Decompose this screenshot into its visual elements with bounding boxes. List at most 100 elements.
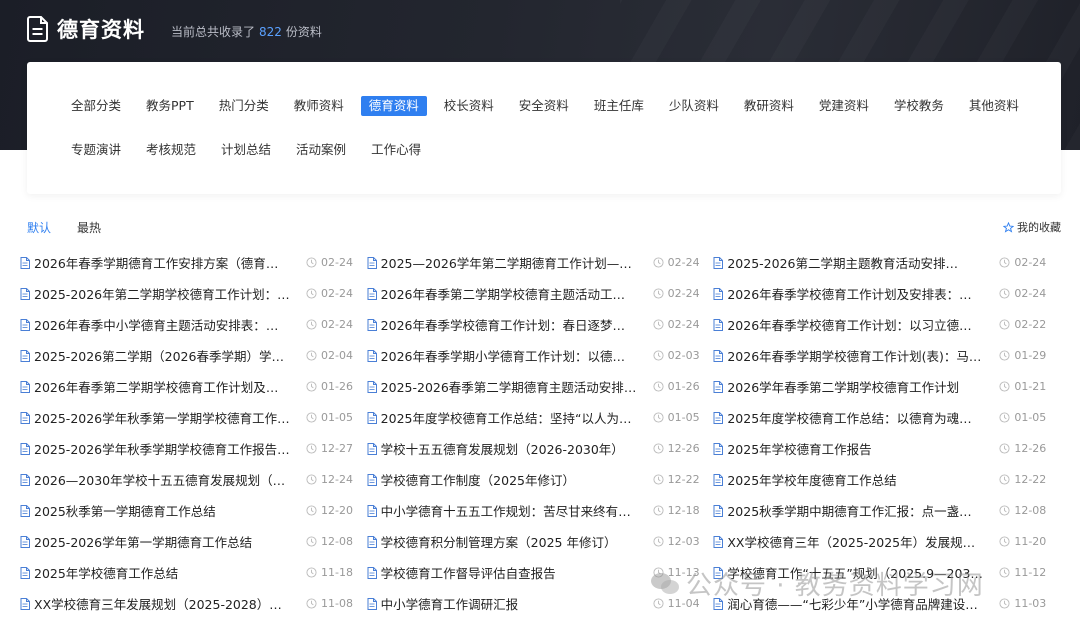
- list-item[interactable]: 2026—2030年学校十五五德育发展规划（全… 12-24: [20, 470, 367, 489]
- list-item[interactable]: 2026年春季学期学校德育工作计划(表)：马年… 01-29: [713, 346, 1060, 365]
- document-title[interactable]: 2026—2030年学校十五五德育发展规划（全…: [34, 470, 290, 489]
- category-tab[interactable]: 考核规范: [138, 140, 204, 160]
- list-item[interactable]: 2026年春季第二学期学校德育工作计划及安排… 01-26: [20, 377, 367, 396]
- list-item[interactable]: 2025-2026第二学期（2026春季学期）学校德… 02-04: [20, 346, 367, 365]
- document-title[interactable]: 2025-2026学年第一学期德育工作总结: [34, 532, 290, 551]
- list-item[interactable]: 2025—2026学年第二学期德育工作计划——… 02-24: [367, 253, 714, 272]
- category-tab[interactable]: 教师资料: [286, 96, 352, 116]
- list-item[interactable]: XX学校德育三年（2025-2025年）发展规划—… 11-20: [713, 532, 1060, 551]
- document-title[interactable]: 中小学德育工作调研汇报: [381, 594, 637, 613]
- category-tab[interactable]: 其他资料: [961, 96, 1027, 116]
- list-item[interactable]: 学校德育积分制管理方案（2025 年修订） 12-03: [367, 532, 714, 551]
- list-item[interactable]: 2026年春季学校德育工作计划及安排表：驰骋… 02-24: [713, 284, 1060, 303]
- list-item[interactable]: 学校德育工作制度（2025年修订） 12-22: [367, 470, 714, 489]
- category-tab[interactable]: 专题演讲: [63, 140, 129, 160]
- document-title[interactable]: 2025秋季学期中期德育工作汇报：点一盏灯，…: [727, 501, 983, 520]
- page-title: 德育资料: [57, 18, 145, 42]
- list-item[interactable]: 2026年春季学校德育工作计划：春日逐梦织华… 02-24: [367, 315, 714, 334]
- category-tab[interactable]: 少队资料: [661, 96, 727, 116]
- document-title[interactable]: 2025-2026年第二学期学校德育工作计划：骏…: [34, 284, 290, 303]
- list-item[interactable]: 2025-2026春季第二学期德育主题活动安排表… 01-26: [367, 377, 714, 396]
- document-title[interactable]: 2026年春季学校德育工作计划及安排表：驰骋…: [727, 284, 983, 303]
- list-item[interactable]: 2026年春季学期小学德育工作计划：以德为基… 02-03: [367, 346, 714, 365]
- list-item[interactable]: 2025-2026学年秋季学期学校德育工作报告及… 12-27: [20, 439, 367, 458]
- list-item[interactable]: 学校十五五德育发展规划（2026-2030年） 12-26: [367, 439, 714, 458]
- document-title[interactable]: 2025-2026第二学期主题教育活动安排…: [727, 253, 983, 272]
- document-title[interactable]: 2026年春季学期小学德育工作计划：以德为基…: [381, 346, 637, 365]
- document-title[interactable]: 学校德育积分制管理方案（2025 年修订）: [381, 532, 637, 551]
- sort-default-tab[interactable]: 默认: [27, 219, 51, 236]
- category-tab[interactable]: 计划总结: [213, 140, 279, 160]
- category-tab[interactable]: 学校教务: [886, 96, 952, 116]
- document-title[interactable]: 学校德育工作“十五五”规划（2025.9—203…: [727, 563, 983, 582]
- document-title[interactable]: 2025-2026春季第二学期德育主题活动安排表…: [381, 377, 637, 396]
- category-tab[interactable]: 全部分类: [63, 96, 129, 116]
- list-item[interactable]: 2025年度学校德育工作总结：以德育为魂，促… 01-05: [713, 408, 1060, 427]
- document-title[interactable]: 2025-2026学年秋季学期学校德育工作报告及…: [34, 439, 290, 458]
- document-date: 01-21: [1014, 380, 1047, 393]
- document-title[interactable]: 2025年度学校德育工作总结：以德育为魂，促…: [727, 408, 983, 427]
- document-title[interactable]: XX学校德育三年发展规划（2025-2028）——…: [34, 594, 290, 613]
- document-date: 02-24: [321, 256, 353, 269]
- category-tab[interactable]: 教研资料: [736, 96, 802, 116]
- category-tab[interactable]: 校长资料: [436, 96, 502, 116]
- list-item[interactable]: 2026学年春季第二学期学校德育工作计划 01-21: [713, 377, 1060, 396]
- list-item[interactable]: 学校德育工作“十五五”规划（2025.9—203… 11-12: [713, 563, 1060, 582]
- category-tab[interactable]: 工作心得: [363, 140, 429, 160]
- document-title[interactable]: 2026年春季第二学期学校德育工作计划及安排…: [34, 377, 290, 396]
- list-item[interactable]: 2026年春季中小学德育主题活动安排表：春日… 02-24: [20, 315, 367, 334]
- document-title[interactable]: 学校德育工作督导评估自查报告: [381, 563, 637, 582]
- category-tab[interactable]: 班主任库: [586, 96, 652, 116]
- document-title[interactable]: 2026年春季学校德育工作计划：春日逐梦织华…: [381, 315, 637, 334]
- list-item[interactable]: 2025年学校德育工作报告 12-26: [713, 439, 1060, 458]
- document-title[interactable]: 2025年学校德育工作报告: [727, 439, 983, 458]
- document-title[interactable]: 2025-2026学年秋季第一学期学校德育工作总结: [34, 408, 290, 427]
- document-title[interactable]: 2025年学校德育工作总结: [34, 563, 290, 582]
- list-item[interactable]: 2025秋季学期中期德育工作汇报：点一盏灯，… 12-08: [713, 501, 1060, 520]
- table-row: XX学校德育三年发展规划（2025-2028）——… 11-08 中小学德育工作调研…: [20, 588, 1060, 619]
- document-title[interactable]: 2025—2026学年第二学期德育工作计划——…: [381, 253, 637, 272]
- list-item[interactable]: 2025-2026学年第一学期德育工作总结 12-08: [20, 532, 367, 551]
- document-title[interactable]: XX学校德育三年（2025-2025年）发展规划—…: [727, 532, 983, 551]
- list-item[interactable]: 2026年春季第二学期学校德育主题活动工作安… 02-24: [367, 284, 714, 303]
- category-tab[interactable]: 教务PPT: [138, 96, 202, 116]
- list-item[interactable]: 2025-2026第二学期主题教育活动安排… 02-24: [713, 253, 1060, 272]
- list-item[interactable]: 2025-2026年第二学期学校德育工作计划：骏… 02-24: [20, 284, 367, 303]
- sort-hot-tab[interactable]: 最热: [77, 219, 101, 236]
- list-item[interactable]: 2025年度学校德育工作总结：坚持“以人为本… 01-05: [367, 408, 714, 427]
- document-title[interactable]: 学校德育工作制度（2025年修订）: [381, 470, 637, 489]
- document-title[interactable]: 2026年春季学校德育工作计划：以习立德，以…: [727, 315, 983, 334]
- category-tab[interactable]: 活动案例: [288, 140, 354, 160]
- document-title[interactable]: 2025-2026第二学期（2026春季学期）学校德…: [34, 346, 290, 365]
- document-title[interactable]: 2026学年春季第二学期学校德育工作计划: [727, 377, 983, 396]
- document-title[interactable]: 2026年春季学期学校德育工作计划(表)：马年…: [727, 346, 983, 365]
- document-title[interactable]: 2025秋季第一学期德育工作总结: [34, 501, 290, 520]
- list-item[interactable]: 2025年学校年度德育工作总结 12-22: [713, 470, 1060, 489]
- document-title[interactable]: 2025年学校年度德育工作总结: [727, 470, 983, 489]
- document-title[interactable]: 中小学德育十五五工作规划：苦尽甘来终有时…: [381, 501, 637, 520]
- list-item[interactable]: 2026年春季学校德育工作计划：以习立德，以… 02-22: [713, 315, 1060, 334]
- file-icon: [20, 287, 30, 300]
- document-list: 2026年春季学期德育工作安排方案（德育四表… 02-24 2025—2026学年第…: [20, 247, 1060, 619]
- list-item[interactable]: 2026年春季学期德育工作安排方案（德育四表… 02-24: [20, 253, 367, 272]
- document-title[interactable]: 2026年春季学期德育工作安排方案（德育四表…: [34, 253, 290, 272]
- list-item[interactable]: 学校德育工作督导评估自查报告 11-13: [367, 563, 714, 582]
- list-item[interactable]: 中小学德育十五五工作规划：苦尽甘来终有时… 12-18: [367, 501, 714, 520]
- document-title[interactable]: 2026年春季第二学期学校德育主题活动工作安…: [381, 284, 637, 303]
- category-tab[interactable]: 热门分类: [211, 96, 277, 116]
- document-title[interactable]: 2026年春季中小学德育主题活动安排表：春日…: [34, 315, 290, 334]
- document-title[interactable]: 学校十五五德育发展规划（2026-2030年）: [381, 439, 637, 458]
- category-tab[interactable]: 德育资料: [360, 96, 427, 116]
- list-item[interactable]: 2025年学校德育工作总结 11-18: [20, 563, 367, 582]
- category-tab[interactable]: 党建资料: [811, 96, 877, 116]
- list-item[interactable]: 中小学德育工作调研汇报 11-04: [367, 594, 714, 613]
- document-title[interactable]: 2025年度学校德育工作总结：坚持“以人为本…: [381, 408, 637, 427]
- list-item[interactable]: 润心育德——“七彩少年”小学德育品牌建设… 11-03: [713, 594, 1060, 613]
- list-item[interactable]: 2025-2026学年秋季第一学期学校德育工作总结 01-05: [20, 408, 367, 427]
- list-item[interactable]: XX学校德育三年发展规划（2025-2028）——… 11-08: [20, 594, 367, 613]
- document-date: 02-24: [321, 287, 353, 300]
- document-title[interactable]: 润心育德——“七彩少年”小学德育品牌建设…: [727, 594, 983, 613]
- list-item[interactable]: 2025秋季第一学期德育工作总结 12-20: [20, 501, 367, 520]
- category-tab[interactable]: 安全资料: [511, 96, 577, 116]
- favorites-link[interactable]: 我的收藏: [1003, 219, 1061, 235]
